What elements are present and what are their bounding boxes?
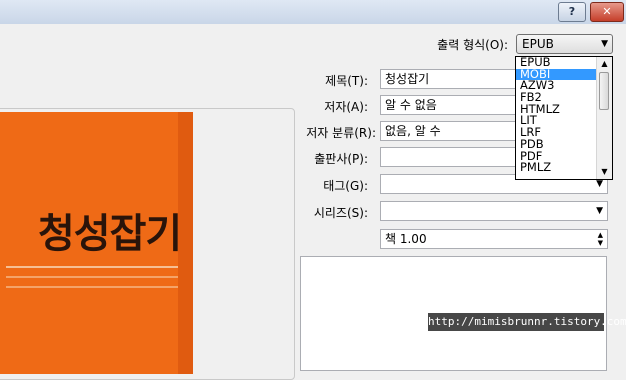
output-format-value: EPUB [522, 37, 554, 51]
watermark: http://mimisbrunnr.tistory.com [428, 313, 626, 331]
window-titlebar: ? ✕ [0, 0, 626, 25]
series-index-value: 책 1.00 [385, 232, 427, 246]
title-label: 제목(T): [325, 74, 368, 88]
publisher-field[interactable] [380, 147, 520, 167]
dropdown-scrollbar[interactable]: ▲ ▼ [596, 57, 612, 179]
author-field[interactable]: 알 수 없음 [380, 95, 520, 115]
author-label: 저자(A): [324, 100, 368, 114]
title-field[interactable]: 청성잡기 [380, 69, 520, 89]
dialog-body: 출력 형식(O): EPUB ▼ 청성잡기 제목(T): 청성잡기 저자(A):… [0, 24, 626, 380]
series-label: 시리즈(S): [313, 206, 368, 220]
chevron-down-icon: ▼ [596, 206, 603, 216]
tags-label: 태그(G): [323, 179, 368, 193]
cover-title: 청성잡기 [38, 210, 182, 257]
help-button[interactable]: ? [558, 2, 586, 22]
author-sort-field[interactable]: 없음, 알 수 [380, 121, 520, 141]
output-format-label: 출력 형식(O): [437, 38, 508, 52]
series-index-spinner[interactable]: 책 1.00 ▲ ▼ [380, 229, 608, 249]
close-button[interactable]: ✕ [590, 2, 624, 22]
chevron-down-icon: ▼ [601, 39, 608, 49]
scroll-up-icon[interactable]: ▲ [597, 57, 612, 71]
scroll-thumb[interactable] [599, 72, 609, 110]
spinner-arrows-icon[interactable]: ▲ ▼ [598, 231, 603, 247]
scroll-down-icon[interactable]: ▼ [597, 165, 612, 179]
cover-text-line [6, 266, 178, 268]
output-format-dropdown[interactable]: EPUB MOBI AZW3 FB2 HTMLZ LIT LRF PDB PDF PMLZ ▲ ▼ [515, 56, 613, 180]
cover-text-line [6, 286, 178, 288]
author-sort-label: 저자 분류(R): [306, 126, 376, 140]
output-format-combo[interactable]: EPUB ▼ [516, 34, 613, 54]
publisher-label: 출판사(P): [314, 152, 368, 166]
cover-text-line [6, 276, 178, 278]
series-combo[interactable]: ▼ [380, 201, 608, 221]
